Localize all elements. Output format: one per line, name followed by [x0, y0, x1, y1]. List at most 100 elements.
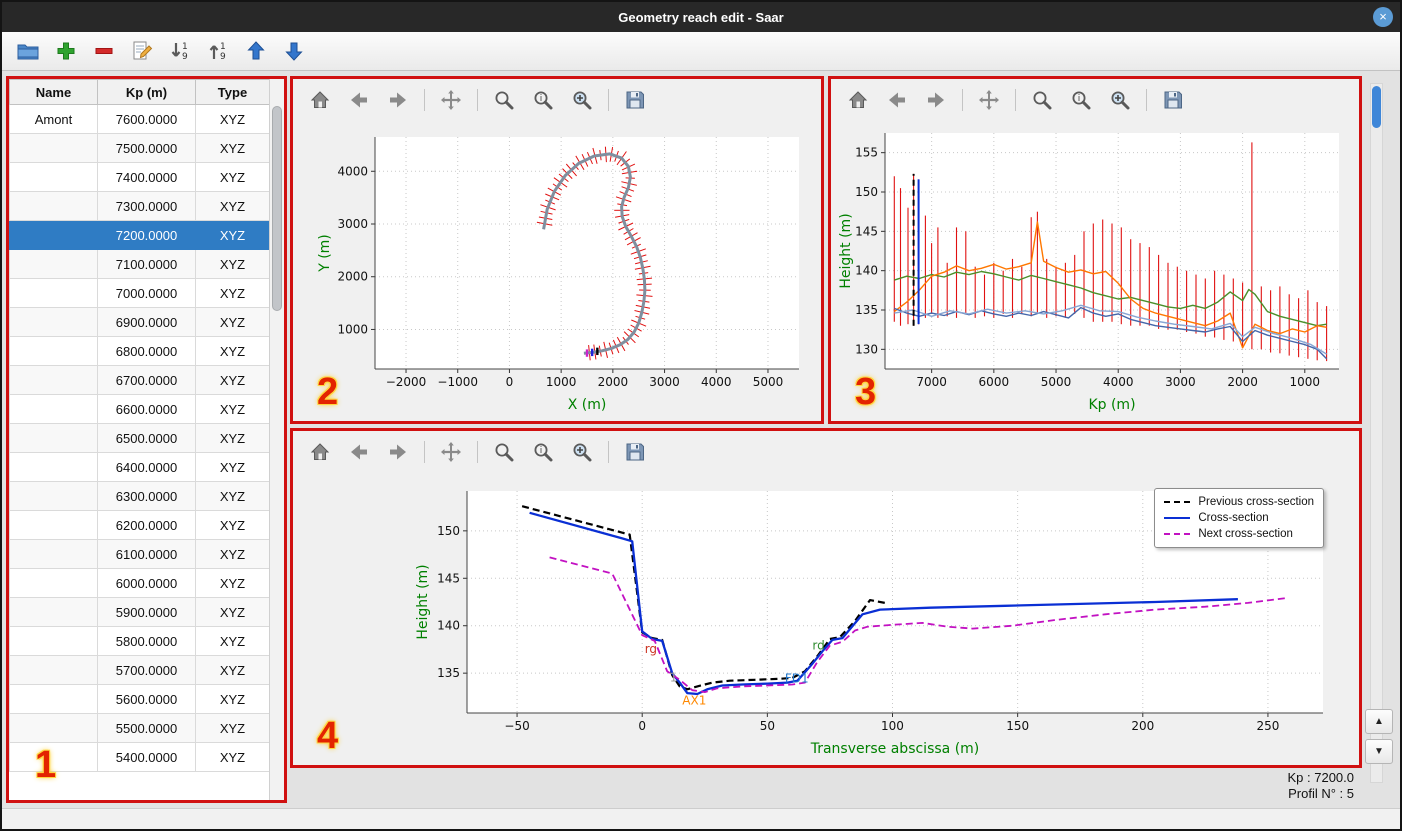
cell-kp[interactable]: 6200.0000	[97, 510, 196, 540]
cell-type[interactable]: XYZ	[195, 684, 269, 714]
table-row[interactable]: 7000.0000 XYZ	[9, 278, 269, 308]
toolbar-remove-profile-button[interactable]	[90, 38, 117, 65]
table-row[interactable]: Amont 7600.0000 XYZ	[9, 104, 269, 134]
table-row[interactable]: 7200.0000 XYZ	[9, 220, 269, 250]
profile-down-button[interactable]: ▼	[1365, 739, 1393, 764]
cell-kp[interactable]: 5700.0000	[97, 655, 196, 685]
zoom-info-icon[interactable]: i	[530, 439, 556, 465]
cell-kp[interactable]: 6600.0000	[97, 394, 196, 424]
pan-icon[interactable]	[976, 87, 1002, 113]
zoom-icon[interactable]	[1029, 87, 1055, 113]
home-icon[interactable]	[307, 87, 333, 113]
toolbar-sort-descending-button[interactable]: 19	[204, 38, 231, 65]
cell-name[interactable]	[9, 539, 98, 569]
cell-type[interactable]: XYZ	[195, 133, 269, 163]
long-profile-chart[interactable]: 7000 6000 5000 4000 3000 2000 1000 130 135 140 145…	[837, 125, 1353, 417]
cell-name[interactable]	[9, 452, 98, 482]
toolbar-move-down-button[interactable]	[280, 38, 307, 65]
table-row[interactable]: 6500.0000 XYZ	[9, 423, 269, 453]
profile-up-button[interactable]: ▲	[1365, 709, 1393, 734]
table-row[interactable]: 5800.0000 XYZ	[9, 626, 269, 656]
column-header[interactable]: Type	[195, 79, 269, 105]
cell-kp[interactable]: 7400.0000	[97, 162, 196, 192]
zoom-info-icon[interactable]: i	[1068, 87, 1094, 113]
cell-type[interactable]: XYZ	[195, 249, 269, 279]
cell-type[interactable]: XYZ	[195, 162, 269, 192]
cell-kp[interactable]: 5600.0000	[97, 684, 196, 714]
cell-name[interactable]	[9, 336, 98, 366]
cell-kp[interactable]: 6400.0000	[97, 452, 196, 482]
pan-icon[interactable]	[438, 439, 464, 465]
forward-icon[interactable]	[385, 439, 411, 465]
cell-kp[interactable]: 5800.0000	[97, 626, 196, 656]
cell-kp[interactable]: 6500.0000	[97, 423, 196, 453]
pan-icon[interactable]	[438, 87, 464, 113]
vertical-scrollbar[interactable]	[1370, 83, 1383, 783]
cell-name[interactable]	[9, 220, 98, 250]
cell-name[interactable]	[9, 191, 98, 221]
cell-type[interactable]: XYZ	[195, 104, 269, 134]
toolbar-edit-profile-button[interactable]	[128, 38, 155, 65]
table-row[interactable]: 6900.0000 XYZ	[9, 307, 269, 337]
cell-kp[interactable]: 6300.0000	[97, 481, 196, 511]
toolbar-open-button[interactable]	[14, 38, 41, 65]
table-row[interactable]: 7300.0000 XYZ	[9, 191, 269, 221]
table-scrollbar[interactable]	[269, 79, 284, 800]
cell-name[interactable]	[9, 626, 98, 656]
toolbar-sort-ascending-button[interactable]: 19	[166, 38, 193, 65]
table-row[interactable]: 6700.0000 XYZ	[9, 365, 269, 395]
cell-kp[interactable]: 6800.0000	[97, 336, 196, 366]
forward-icon[interactable]	[923, 87, 949, 113]
save-icon[interactable]	[622, 439, 648, 465]
table-row[interactable]: 5900.0000 XYZ	[9, 597, 269, 627]
cell-name[interactable]	[9, 597, 98, 627]
table-row[interactable]: 6200.0000 XYZ	[9, 510, 269, 540]
table-row[interactable]: 6100.0000 XYZ	[9, 539, 269, 569]
table-row[interactable]: 5600.0000 XYZ	[9, 684, 269, 714]
cell-name[interactable]	[9, 249, 98, 279]
column-header[interactable]: Name	[9, 79, 98, 105]
save-icon[interactable]	[622, 87, 648, 113]
cell-name[interactable]	[9, 684, 98, 714]
table-row[interactable]: 6300.0000 XYZ	[9, 481, 269, 511]
toolbar-move-up-button[interactable]	[242, 38, 269, 65]
table-row[interactable]: 6800.0000 XYZ	[9, 336, 269, 366]
zoom-icon[interactable]	[491, 87, 517, 113]
back-icon[interactable]	[346, 439, 372, 465]
cell-kp[interactable]: 7100.0000	[97, 249, 196, 279]
zoom-rect-icon[interactable]	[569, 439, 595, 465]
cell-name[interactable]	[9, 510, 98, 540]
cell-name[interactable]	[9, 278, 98, 308]
home-icon[interactable]	[307, 439, 333, 465]
column-header[interactable]: Kp (m)	[97, 79, 196, 105]
cell-kp[interactable]: 5900.0000	[97, 597, 196, 627]
cell-type[interactable]: XYZ	[195, 626, 269, 656]
toolbar-add-profile-button[interactable]	[52, 38, 79, 65]
cell-name[interactable]	[9, 713, 98, 743]
cell-name[interactable]	[9, 133, 98, 163]
cell-kp[interactable]: 7300.0000	[97, 191, 196, 221]
cell-name[interactable]	[9, 423, 98, 453]
cell-type[interactable]: XYZ	[195, 220, 269, 250]
vertical-scrollbar-thumb[interactable]	[1372, 86, 1381, 128]
close-button[interactable]: ×	[1373, 7, 1393, 27]
table-row[interactable]: 6000.0000 XYZ	[9, 568, 269, 598]
cell-name[interactable]	[9, 162, 98, 192]
cell-name[interactable]	[9, 365, 98, 395]
cell-name[interactable]	[9, 394, 98, 424]
cell-kp[interactable]: 6000.0000	[97, 568, 196, 598]
cell-name[interactable]	[9, 307, 98, 337]
cell-type[interactable]: XYZ	[195, 336, 269, 366]
cell-type[interactable]: XYZ	[195, 365, 269, 395]
cell-kp[interactable]: 7000.0000	[97, 278, 196, 308]
cell-kp[interactable]: 7600.0000	[97, 104, 196, 134]
cell-type[interactable]: XYZ	[195, 539, 269, 569]
titlebar[interactable]: Geometry reach edit - Saar ×	[2, 2, 1400, 32]
cell-kp[interactable]: 6700.0000	[97, 365, 196, 395]
table-row[interactable]: 6600.0000 XYZ	[9, 394, 269, 424]
table-row[interactable]: 5500.0000 XYZ	[9, 713, 269, 743]
cell-type[interactable]: XYZ	[195, 191, 269, 221]
cell-kp[interactable]: 5400.0000	[97, 742, 196, 772]
home-icon[interactable]	[845, 87, 871, 113]
zoom-info-icon[interactable]: i	[530, 87, 556, 113]
